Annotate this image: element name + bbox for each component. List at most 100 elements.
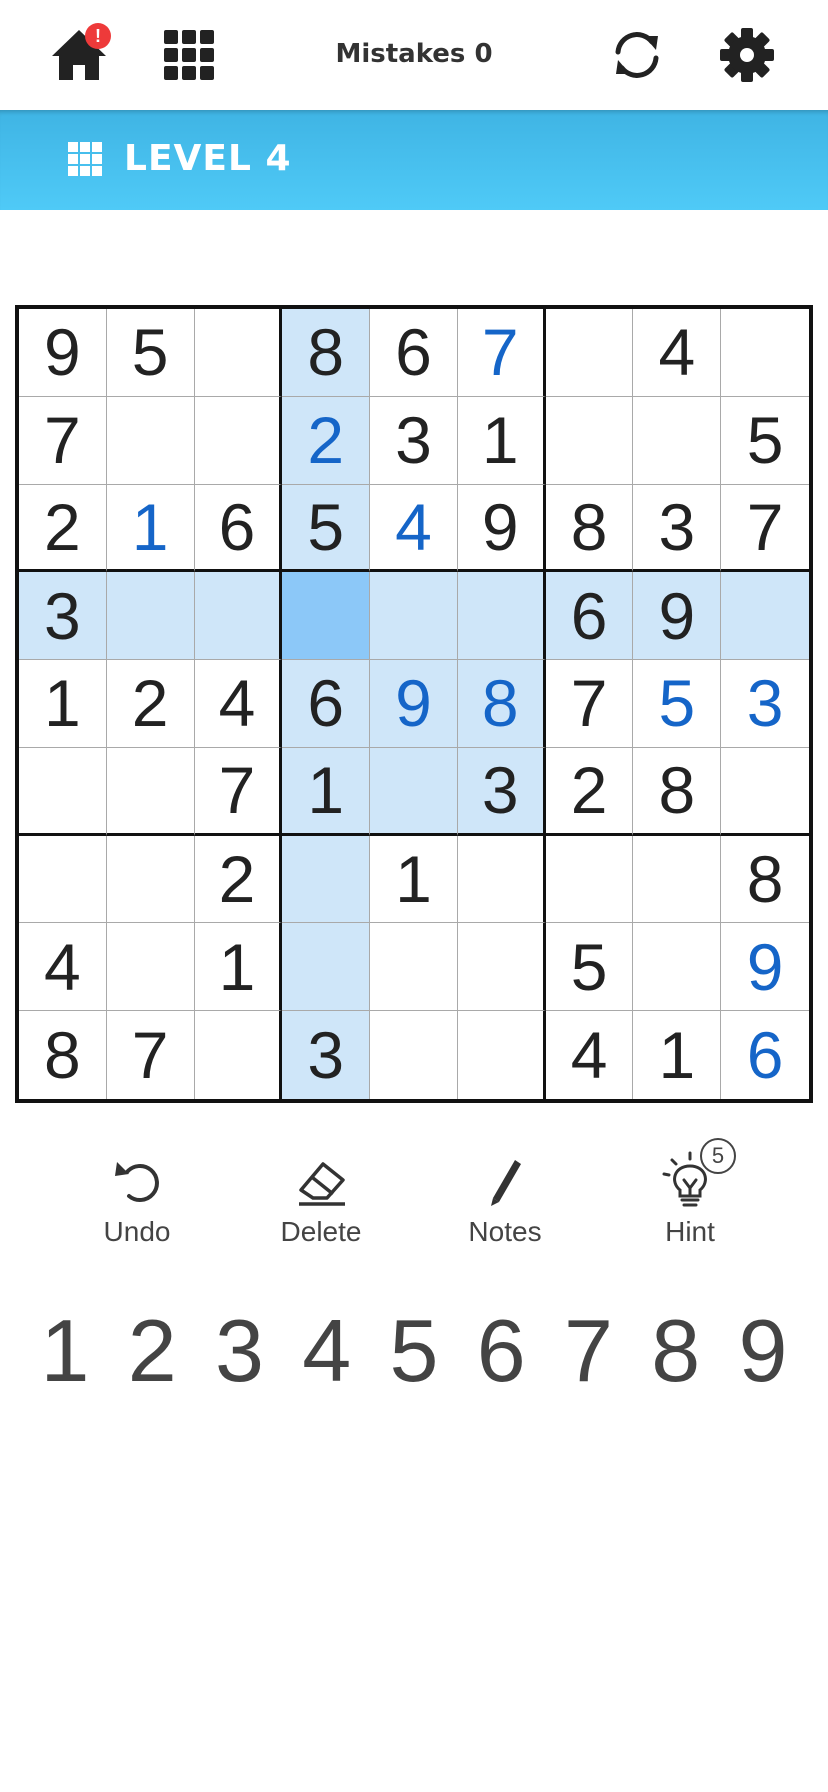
sudoku-cell[interactable]	[282, 572, 371, 661]
sudoku-cell[interactable]	[457, 1011, 546, 1099]
number-key-5[interactable]: 5	[371, 1300, 457, 1410]
sudoku-cell[interactable]: 4	[370, 484, 458, 573]
number-key-6[interactable]: 6	[458, 1300, 544, 1410]
sudoku-cell[interactable]: 5	[545, 923, 634, 1012]
sudoku-cell[interactable]: 2	[194, 835, 283, 924]
number-key-1[interactable]: 1	[22, 1300, 108, 1410]
sudoku-cell[interactable]	[106, 835, 195, 924]
sudoku-cell[interactable]	[19, 747, 107, 836]
sudoku-cell[interactable]	[721, 309, 809, 397]
sudoku-cell[interactable]	[633, 835, 722, 924]
sudoku-cell[interactable]	[194, 572, 283, 661]
sudoku-cell[interactable]: 7	[19, 396, 107, 485]
sudoku-cell[interactable]: 9	[721, 923, 809, 1012]
sudoku-cell[interactable]	[721, 572, 809, 661]
sudoku-cell[interactable]: 6	[721, 1011, 809, 1099]
sudoku-cell[interactable]: 1	[194, 923, 283, 1012]
sudoku-cell[interactable]: 9	[370, 660, 458, 748]
sudoku-cell[interactable]: 1	[106, 484, 195, 573]
sudoku-cell[interactable]: 8	[457, 660, 546, 748]
notes-button[interactable]: Notes	[430, 1150, 580, 1260]
sudoku-cell[interactable]: 9	[19, 309, 107, 397]
sudoku-cell[interactable]: 4	[19, 923, 107, 1012]
refresh-icon	[615, 32, 659, 78]
sudoku-cell[interactable]: 8	[19, 1011, 107, 1099]
sudoku-cell[interactable]: 6	[194, 484, 283, 573]
sudoku-cell[interactable]: 6	[545, 572, 634, 661]
hint-button[interactable]: 5 Hint	[615, 1138, 765, 1260]
sudoku-cell[interactable]	[194, 396, 283, 485]
sudoku-cell[interactable]	[545, 835, 634, 924]
sudoku-cell[interactable]: 7	[457, 309, 546, 397]
number-key-9[interactable]: 9	[720, 1300, 806, 1410]
sudoku-cell[interactable]	[19, 835, 107, 924]
sudoku-cell[interactable]: 1	[633, 1011, 722, 1099]
sudoku-cell[interactable]: 3	[19, 572, 107, 661]
restart-button[interactable]	[606, 24, 668, 86]
number-key-4[interactable]: 4	[284, 1300, 370, 1410]
sudoku-cell[interactable]: 3	[633, 484, 722, 573]
sudoku-cell[interactable]	[457, 572, 546, 661]
sudoku-cell[interactable]: 2	[106, 660, 195, 748]
sudoku-cell[interactable]: 5	[721, 396, 809, 485]
sudoku-cell[interactable]: 9	[457, 484, 546, 573]
sudoku-cell[interactable]	[282, 835, 371, 924]
sudoku-cell[interactable]: 1	[457, 396, 546, 485]
sudoku-cell[interactable]: 9	[633, 572, 722, 661]
undo-button[interactable]: Undo	[62, 1150, 212, 1260]
number-key-3[interactable]: 3	[197, 1300, 283, 1410]
delete-button[interactable]: Delete	[246, 1150, 396, 1260]
sudoku-cell[interactable]	[721, 747, 809, 836]
home-button[interactable]: !	[48, 23, 111, 86]
sudoku-cell[interactable]: 7	[106, 1011, 195, 1099]
sudoku-cell[interactable]	[457, 835, 546, 924]
sudoku-cell[interactable]: 3	[457, 747, 546, 836]
sudoku-cell[interactable]	[370, 572, 458, 661]
sudoku-cell[interactable]: 4	[545, 1011, 634, 1099]
sudoku-cell[interactable]: 2	[282, 396, 371, 485]
sudoku-cell[interactable]: 1	[282, 747, 371, 836]
number-key-2[interactable]: 2	[109, 1300, 195, 1410]
sudoku-cell[interactable]: 2	[545, 747, 634, 836]
sudoku-cell[interactable]: 8	[545, 484, 634, 573]
sudoku-cell[interactable]: 7	[545, 660, 634, 748]
sudoku-cell[interactable]: 3	[282, 1011, 371, 1099]
number-key-7[interactable]: 7	[546, 1300, 632, 1410]
sudoku-cell[interactable]	[370, 1011, 458, 1099]
sudoku-cell[interactable]: 7	[194, 747, 283, 836]
sudoku-cell[interactable]: 5	[282, 484, 371, 573]
sudoku-cell[interactable]	[106, 747, 195, 836]
sudoku-cell[interactable]	[457, 923, 546, 1012]
sudoku-cell[interactable]	[545, 309, 634, 397]
sudoku-cell[interactable]: 1	[19, 660, 107, 748]
sudoku-cell[interactable]: 3	[370, 396, 458, 485]
sudoku-cell[interactable]: 8	[282, 309, 371, 397]
sudoku-cell[interactable]	[633, 396, 722, 485]
settings-button[interactable]	[716, 24, 778, 86]
sudoku-cell[interactable]: 7	[721, 484, 809, 573]
sudoku-cell[interactable]	[194, 1011, 283, 1099]
grid-menu-icon	[164, 30, 214, 80]
sudoku-cell[interactable]: 8	[721, 835, 809, 924]
menu-button[interactable]	[158, 24, 220, 86]
sudoku-cell[interactable]: 3	[721, 660, 809, 748]
sudoku-cell[interactable]: 2	[19, 484, 107, 573]
sudoku-cell[interactable]: 6	[282, 660, 371, 748]
sudoku-cell[interactable]	[545, 396, 634, 485]
sudoku-cell[interactable]	[633, 923, 722, 1012]
sudoku-cell[interactable]	[106, 572, 195, 661]
sudoku-cell[interactable]	[370, 923, 458, 1012]
sudoku-cell[interactable]	[370, 747, 458, 836]
sudoku-cell[interactable]: 4	[194, 660, 283, 748]
sudoku-cell[interactable]: 4	[633, 309, 722, 397]
sudoku-cell[interactable]: 5	[106, 309, 195, 397]
sudoku-cell[interactable]: 6	[370, 309, 458, 397]
sudoku-cell[interactable]	[106, 923, 195, 1012]
sudoku-cell[interactable]	[282, 923, 371, 1012]
sudoku-cell[interactable]	[106, 396, 195, 485]
sudoku-cell[interactable]	[194, 309, 283, 397]
sudoku-cell[interactable]: 1	[370, 835, 458, 924]
sudoku-cell[interactable]: 5	[633, 660, 722, 748]
number-key-8[interactable]: 8	[633, 1300, 719, 1410]
sudoku-cell[interactable]: 8	[633, 747, 722, 836]
